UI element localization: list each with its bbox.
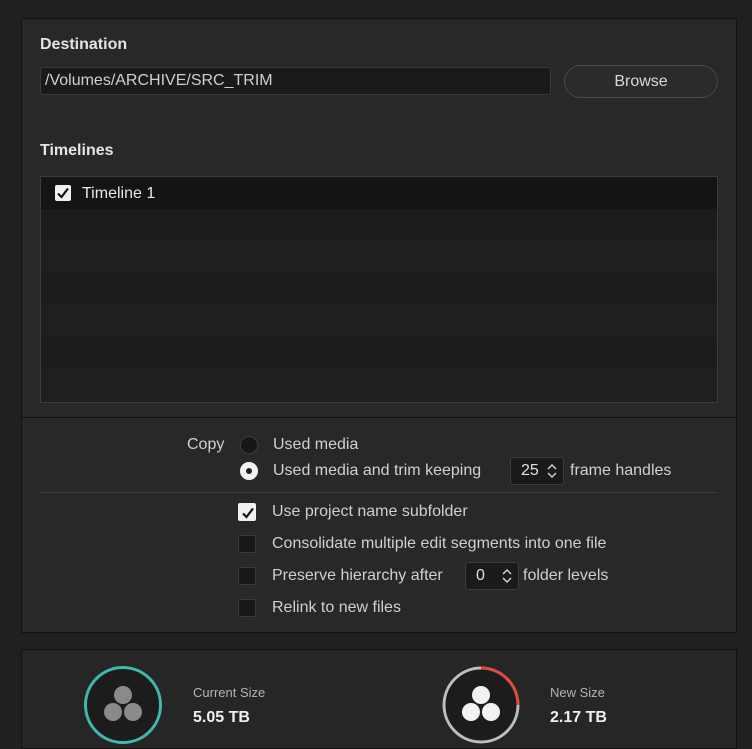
folder-levels-stepper[interactable]: 0 <box>465 562 519 590</box>
destination-label: Destination <box>40 36 128 53</box>
new-size-ring <box>442 666 520 744</box>
preserve-hierarchy-checkbox[interactable] <box>238 567 256 585</box>
current-size-label: Current Size <box>193 685 266 700</box>
current-size-value: 5.05 TB <box>193 709 250 726</box>
current-size-ring <box>84 666 162 744</box>
folder-levels-value: 0 <box>476 567 485 584</box>
used-media-trim-label[interactable]: Used media and trim keeping <box>273 462 481 480</box>
new-size-label: New Size <box>550 685 605 700</box>
preserve-hierarchy-label[interactable]: Preserve hierarchy after <box>272 567 443 585</box>
new-size-value: 2.17 TB <box>550 709 607 726</box>
destination-path-field[interactable]: /Volumes/ARCHIVE/SRC_TRIM <box>40 67 551 95</box>
folder-levels-suffix: folder levels <box>523 567 609 584</box>
timeline-name: Timeline 1 <box>82 185 156 202</box>
radio-dot-icon <box>246 468 252 474</box>
options-divider <box>40 492 718 493</box>
relink-checkbox[interactable] <box>238 599 256 617</box>
radio-used-media[interactable] <box>240 436 258 454</box>
project-subfolder-checkbox[interactable] <box>238 503 256 521</box>
empty-row <box>41 209 717 241</box>
empty-row <box>41 305 717 337</box>
empty-row <box>41 337 717 369</box>
checkmark-icon <box>57 187 69 199</box>
copy-label: Copy <box>187 436 225 453</box>
timeline-checkbox[interactable] <box>55 185 71 201</box>
frame-handles-stepper[interactable]: 25 <box>510 457 564 485</box>
empty-row <box>41 241 717 273</box>
consolidate-label[interactable]: Consolidate multiple edit segments into … <box>272 535 606 553</box>
project-subfolder-label[interactable]: Use project name subfolder <box>272 503 468 521</box>
timeline-list[interactable]: Timeline 1 <box>40 176 718 403</box>
checkmark-icon <box>242 507 254 519</box>
frame-handles-value: 25 <box>521 462 539 479</box>
resolve-logo-icon <box>462 686 500 721</box>
frame-handles-suffix: frame handles <box>570 462 672 479</box>
empty-row <box>41 273 717 305</box>
consolidate-checkbox[interactable] <box>238 535 256 553</box>
timeline-row[interactable]: Timeline 1 <box>41 177 717 209</box>
used-media-label[interactable]: Used media <box>273 436 358 454</box>
browse-button[interactable]: Browse <box>564 65 718 98</box>
up-down-arrows-icon[interactable] <box>500 567 514 585</box>
timelines-label: Timelines <box>40 142 114 159</box>
radio-used-media-trim[interactable] <box>240 462 258 480</box>
resolve-logo-icon <box>104 686 142 721</box>
up-down-arrows-icon[interactable] <box>545 462 559 480</box>
empty-row <box>41 369 717 401</box>
relink-label[interactable]: Relink to new files <box>272 599 401 617</box>
